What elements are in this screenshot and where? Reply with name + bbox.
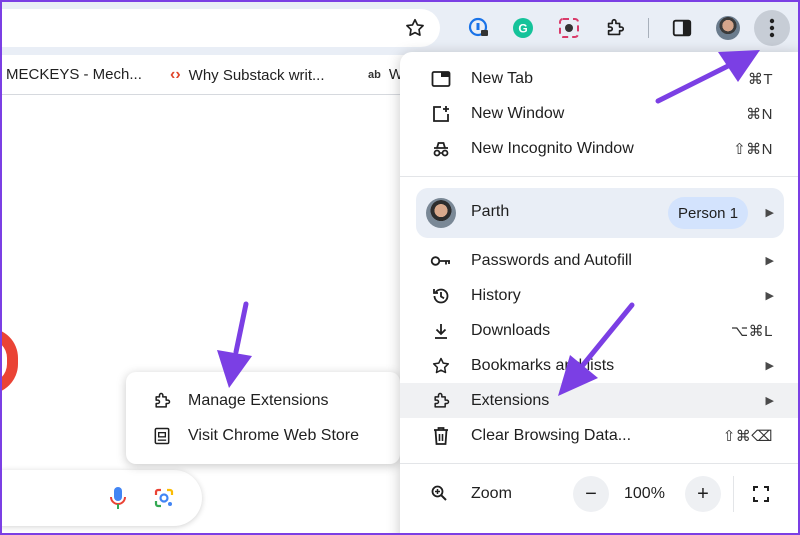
toolbar-separator bbox=[648, 18, 649, 38]
google-logo-fragment bbox=[0, 328, 18, 394]
new-tab-item[interactable]: New Tab ⌘T bbox=[400, 61, 800, 96]
extensions-puzzle-icon[interactable] bbox=[600, 13, 630, 43]
chrome-menu-button[interactable] bbox=[754, 10, 790, 46]
profile-badge: Person 1 bbox=[668, 197, 749, 229]
zoom-out-button[interactable]: − bbox=[573, 476, 609, 512]
bookmark-label: Why Substack writ... bbox=[188, 66, 325, 84]
new-window-icon bbox=[430, 104, 452, 124]
key-icon bbox=[430, 254, 452, 268]
chevron-right-icon: ▶ bbox=[765, 255, 774, 267]
extensions-item[interactable]: Extensions ▶ bbox=[400, 383, 800, 418]
chrome-main-menu: New Tab ⌘T New Window ⌘N New Incognito W… bbox=[400, 52, 800, 535]
new-tab-label: New Tab bbox=[471, 69, 533, 87]
downloads-shortcut: ⌥⌘L bbox=[730, 322, 773, 340]
manage-extensions-label: Manage Extensions bbox=[188, 391, 329, 409]
profile-name: Parth bbox=[471, 203, 510, 220]
incognito-icon bbox=[430, 140, 452, 158]
clear-data-shortcut: ⇧⌘⌫ bbox=[722, 427, 773, 445]
new-incognito-item[interactable]: New Incognito Window ⇧⌘N bbox=[400, 131, 800, 166]
grammarly-icon[interactable]: G bbox=[508, 13, 538, 43]
history-label: History bbox=[471, 286, 521, 304]
bookmark-star-icon[interactable] bbox=[400, 13, 430, 43]
downloads-label: Downloads bbox=[471, 321, 551, 339]
profile-row[interactable]: Parth Person 1 ▶ bbox=[416, 188, 784, 238]
passwords-label: Passwords and Autofill bbox=[471, 251, 632, 269]
address-bar[interactable] bbox=[0, 9, 440, 47]
password-extension-icon[interactable] bbox=[464, 13, 494, 43]
profile-avatar bbox=[426, 198, 456, 228]
web-store-icon bbox=[152, 426, 174, 446]
bookmark-label: MECKEYS - Mech... bbox=[6, 66, 142, 83]
new-incognito-label: New Incognito Window bbox=[471, 139, 634, 157]
arrow-to-manage-extensions bbox=[233, 301, 249, 355]
star-icon bbox=[430, 356, 452, 376]
manage-extensions-item[interactable]: Manage Extensions bbox=[126, 383, 400, 418]
zoom-icon bbox=[430, 484, 448, 507]
downloads-item[interactable]: Downloads ⌥⌘L bbox=[400, 313, 800, 348]
profile-avatar[interactable] bbox=[716, 16, 740, 40]
zoom-label: Zoom bbox=[471, 485, 512, 502]
bookmark-item[interactable]: ab W bbox=[368, 66, 403, 83]
microphone-icon[interactable] bbox=[108, 486, 128, 517]
history-item[interactable]: History ▶ bbox=[400, 278, 800, 313]
download-icon bbox=[430, 322, 452, 340]
browser-toolbar: G bbox=[0, 0, 800, 55]
trash-icon bbox=[430, 426, 452, 446]
new-incognito-shortcut: ⇧⌘N bbox=[733, 140, 773, 158]
new-tab-shortcut: ⌘T bbox=[747, 70, 773, 88]
zoom-separator bbox=[733, 476, 734, 512]
menu-divider bbox=[400, 463, 800, 464]
google-search-bar[interactable] bbox=[0, 470, 202, 526]
chevron-right-icon: ▶ bbox=[765, 395, 774, 407]
bookmark-item[interactable]: ‹› Why Substack writ... bbox=[170, 66, 325, 84]
clear-data-label: Clear Browsing Data... bbox=[471, 426, 632, 444]
extensions-label: Extensions bbox=[471, 391, 550, 409]
google-lens-icon[interactable] bbox=[152, 486, 176, 515]
clear-browsing-data-item[interactable]: Clear Browsing Data... ⇧⌘⌫ bbox=[400, 418, 800, 453]
zoom-value: 100% bbox=[624, 485, 665, 502]
screen-capture-icon[interactable] bbox=[554, 13, 584, 43]
side-panel-icon[interactable] bbox=[667, 13, 697, 43]
passwords-item[interactable]: Passwords and Autofill ▶ bbox=[400, 243, 800, 278]
new-window-shortcut: ⌘N bbox=[746, 105, 773, 123]
zoom-in-button[interactable]: + bbox=[685, 476, 721, 512]
code-icon: ‹› bbox=[170, 66, 181, 83]
puzzle-icon bbox=[430, 391, 452, 411]
fullscreen-icon[interactable] bbox=[752, 485, 770, 508]
zoom-row: Zoom − 100% + bbox=[400, 476, 800, 512]
svg-text:G: G bbox=[518, 22, 527, 36]
bookmark-item[interactable]: MECKEYS - Mech... bbox=[6, 66, 142, 83]
chevron-right-icon: ▶ bbox=[765, 290, 774, 302]
ab-icon: ab bbox=[368, 68, 381, 81]
chevron-right-icon: ▶ bbox=[765, 360, 774, 372]
menu-divider bbox=[400, 176, 800, 177]
extensions-submenu: Manage Extensions Visit Chrome Web Store bbox=[126, 372, 400, 464]
three-dots-vertical-icon bbox=[769, 18, 775, 38]
puzzle-icon bbox=[152, 391, 174, 411]
bookmarks-item[interactable]: Bookmarks and lists ▶ bbox=[400, 348, 800, 383]
chevron-right-icon: ▶ bbox=[765, 207, 774, 219]
history-icon bbox=[430, 286, 452, 306]
bookmarks-label: Bookmarks and lists bbox=[471, 356, 615, 374]
new-window-label: New Window bbox=[471, 104, 565, 122]
new-tab-icon bbox=[430, 70, 452, 88]
visit-web-store-label: Visit Chrome Web Store bbox=[188, 426, 360, 444]
visit-web-store-item[interactable]: Visit Chrome Web Store bbox=[126, 418, 400, 453]
new-window-item[interactable]: New Window ⌘N bbox=[400, 96, 800, 131]
